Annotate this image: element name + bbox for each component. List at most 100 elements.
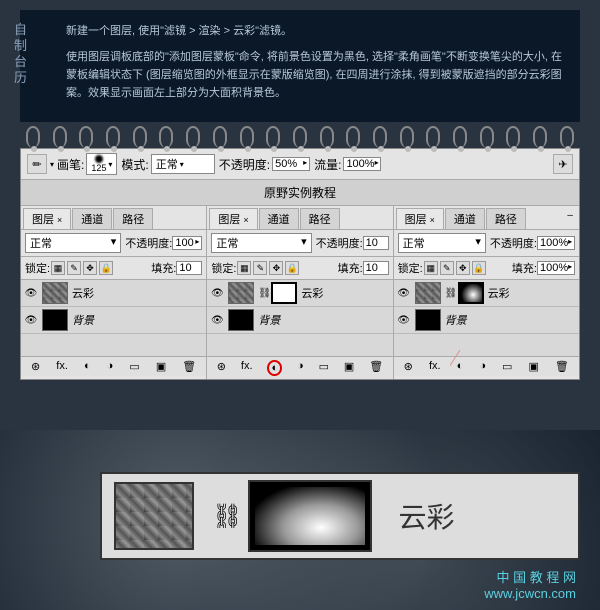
trash-icon[interactable]: 🗑: [555, 360, 569, 373]
link-icon[interactable]: ⊛: [31, 360, 40, 373]
fill-input[interactable]: 10: [176, 261, 202, 275]
lock-all-icon[interactable]: 🔒: [472, 261, 486, 275]
blend-mode-select[interactable]: 正常▾: [398, 233, 486, 253]
fill-label: 填充:: [151, 260, 176, 276]
mode-label: 模式:: [121, 156, 148, 173]
layer-row-cloud[interactable]: 👁 云彩: [21, 280, 206, 307]
blend-mode-select[interactable]: 正常▾: [25, 233, 121, 253]
layer-opacity-input[interactable]: 10: [363, 236, 389, 250]
layer-thumb[interactable]: [42, 309, 68, 331]
zoom-label: 云彩: [398, 496, 454, 536]
new-layer-icon[interactable]: ▣: [156, 360, 166, 373]
visibility-icon[interactable]: 👁: [210, 286, 224, 300]
opacity-input[interactable]: 50%▸: [272, 157, 310, 171]
layer-opacity-input[interactable]: 100▸: [172, 236, 202, 250]
tab-layers[interactable]: 图层×: [209, 208, 257, 229]
lock-all-icon[interactable]: 🔒: [285, 261, 299, 275]
tab-layers[interactable]: 图层×: [396, 208, 444, 229]
link-icon: ⛓: [212, 502, 242, 531]
visibility-icon[interactable]: 👁: [24, 313, 38, 327]
brush-preset-picker[interactable]: 125 ▾: [86, 153, 117, 175]
folder-icon[interactable]: ▭: [319, 360, 329, 376]
mask-icon-highlighted[interactable]: ◐: [267, 360, 282, 376]
lock-move-icon[interactable]: ✥: [456, 261, 470, 275]
layers-panel-3: 图层× 通道 路径 – 正常▾ 不透明度: 100%▸ 锁定: ▦ ✎ ✥ 🔒 …: [394, 206, 579, 379]
layer-opacity-input[interactable]: 100%▸: [537, 236, 575, 250]
tab-layers[interactable]: 图层×: [23, 208, 71, 229]
tab-paths[interactable]: 路径: [113, 208, 153, 229]
instruction-2: 使用图层调板底部的"添加图层蒙板"命令, 将前景色设置为黑色, 选择"柔角画笔"…: [66, 48, 564, 102]
fill-input[interactable]: 100%▸: [537, 261, 575, 275]
mask-icon[interactable]: ◐: [84, 360, 91, 373]
layer-row-bg[interactable]: 👁 背景: [21, 307, 206, 334]
layer-thumb[interactable]: [415, 309, 441, 331]
layer-thumb[interactable]: [228, 282, 254, 304]
brush-label: 画笔:: [57, 156, 84, 173]
layer-row-cloud[interactable]: 👁 ⛓ 云彩: [394, 280, 579, 307]
tab-channels[interactable]: 通道: [72, 208, 112, 229]
link-icon[interactable]: ⊛: [404, 360, 413, 373]
lock-paint-icon[interactable]: ✎: [253, 261, 267, 275]
mask-thumb[interactable]: [271, 282, 297, 304]
tab-channels[interactable]: 通道: [259, 208, 299, 229]
visibility-icon[interactable]: 👁: [397, 313, 411, 327]
airbrush-icon[interactable]: ✈: [553, 154, 573, 174]
mask-thumb[interactable]: [458, 282, 484, 304]
layer-thumb[interactable]: [415, 282, 441, 304]
vertical-title: 自制台历: [14, 22, 28, 86]
lock-all-icon[interactable]: 🔒: [99, 261, 113, 275]
blend-mode-select[interactable]: 正常▾: [211, 233, 311, 253]
lock-move-icon[interactable]: ✥: [83, 261, 97, 275]
blend-mode-select[interactable]: 正常▾: [151, 154, 215, 174]
lock-paint-icon[interactable]: ✎: [440, 261, 454, 275]
new-layer-icon[interactable]: ▣: [344, 360, 354, 376]
opacity-label: 不透明度:: [490, 235, 537, 251]
lock-label: 锁定:: [25, 260, 50, 276]
adjustment-icon[interactable]: ◑: [479, 360, 486, 373]
minimize-icon[interactable]: –: [563, 208, 577, 229]
mask-icon[interactable]: ◐: [457, 360, 464, 373]
brush-tool-icon[interactable]: ✏: [27, 154, 47, 174]
link-icon[interactable]: ⊛: [217, 360, 226, 376]
new-layer-icon[interactable]: ▣: [528, 360, 538, 373]
layer-thumb[interactable]: [228, 309, 254, 331]
visibility-icon[interactable]: 👁: [397, 286, 411, 300]
zoom-mask-thumb: [250, 482, 370, 550]
zoom-detail: ⛓ 云彩: [100, 472, 580, 560]
lock-transparent-icon[interactable]: ▦: [424, 261, 438, 275]
fx-icon[interactable]: fx.: [56, 360, 68, 373]
flow-input[interactable]: 100%▸: [343, 157, 381, 171]
visibility-icon[interactable]: 👁: [24, 286, 38, 300]
fill-label: 填充:: [338, 260, 363, 276]
lock-move-icon[interactable]: ✥: [269, 261, 283, 275]
link-icon: ⛓: [258, 288, 268, 299]
lock-transparent-icon[interactable]: ▦: [237, 261, 251, 275]
layer-row-cloud[interactable]: 👁 ⛓ 云彩: [207, 280, 392, 307]
visibility-icon[interactable]: 👁: [210, 313, 224, 327]
trash-icon[interactable]: 🗑: [369, 360, 383, 376]
brush-options-bar: ✏ ▾ 画笔: 125 ▾ 模式: 正常▾ 不透明度: 50%▸ 流量: 100…: [21, 149, 579, 180]
flow-label: 流量:: [314, 156, 341, 173]
fx-icon[interactable]: fx.: [241, 360, 253, 376]
folder-icon[interactable]: ▭: [502, 360, 512, 373]
dropdown-icon[interactable]: ▾: [50, 160, 54, 169]
layers-panel-1: 图层× 通道 路径 正常▾ 不透明度: 100▸ 锁定: ▦ ✎ ✥ 🔒 填充:…: [21, 206, 207, 379]
tab-paths[interactable]: 路径: [300, 208, 340, 229]
tab-channels[interactable]: 通道: [445, 208, 485, 229]
adjustment-icon[interactable]: ◑: [107, 360, 114, 373]
tutorial-title: 原野实例教程: [21, 180, 579, 206]
trash-icon[interactable]: 🗑: [182, 360, 196, 373]
opacity-label: 不透明度:: [316, 235, 363, 251]
folder-icon[interactable]: ▭: [129, 360, 139, 373]
lock-transparent-icon[interactable]: ▦: [51, 261, 65, 275]
layer-row-bg[interactable]: 👁 背景: [207, 307, 392, 334]
lock-paint-icon[interactable]: ✎: [67, 261, 81, 275]
adjustment-icon[interactable]: ◑: [297, 360, 304, 376]
layer-row-bg[interactable]: 👁 背景: [394, 307, 579, 334]
main-panel: ✏ ▾ 画笔: 125 ▾ 模式: 正常▾ 不透明度: 50%▸ 流量: 100…: [20, 148, 580, 380]
fx-icon[interactable]: fx.: [429, 360, 441, 373]
fill-input[interactable]: 10: [363, 261, 389, 275]
opacity-label: 不透明度:: [219, 156, 270, 173]
layer-thumb[interactable]: [42, 282, 68, 304]
tab-paths[interactable]: 路径: [486, 208, 526, 229]
